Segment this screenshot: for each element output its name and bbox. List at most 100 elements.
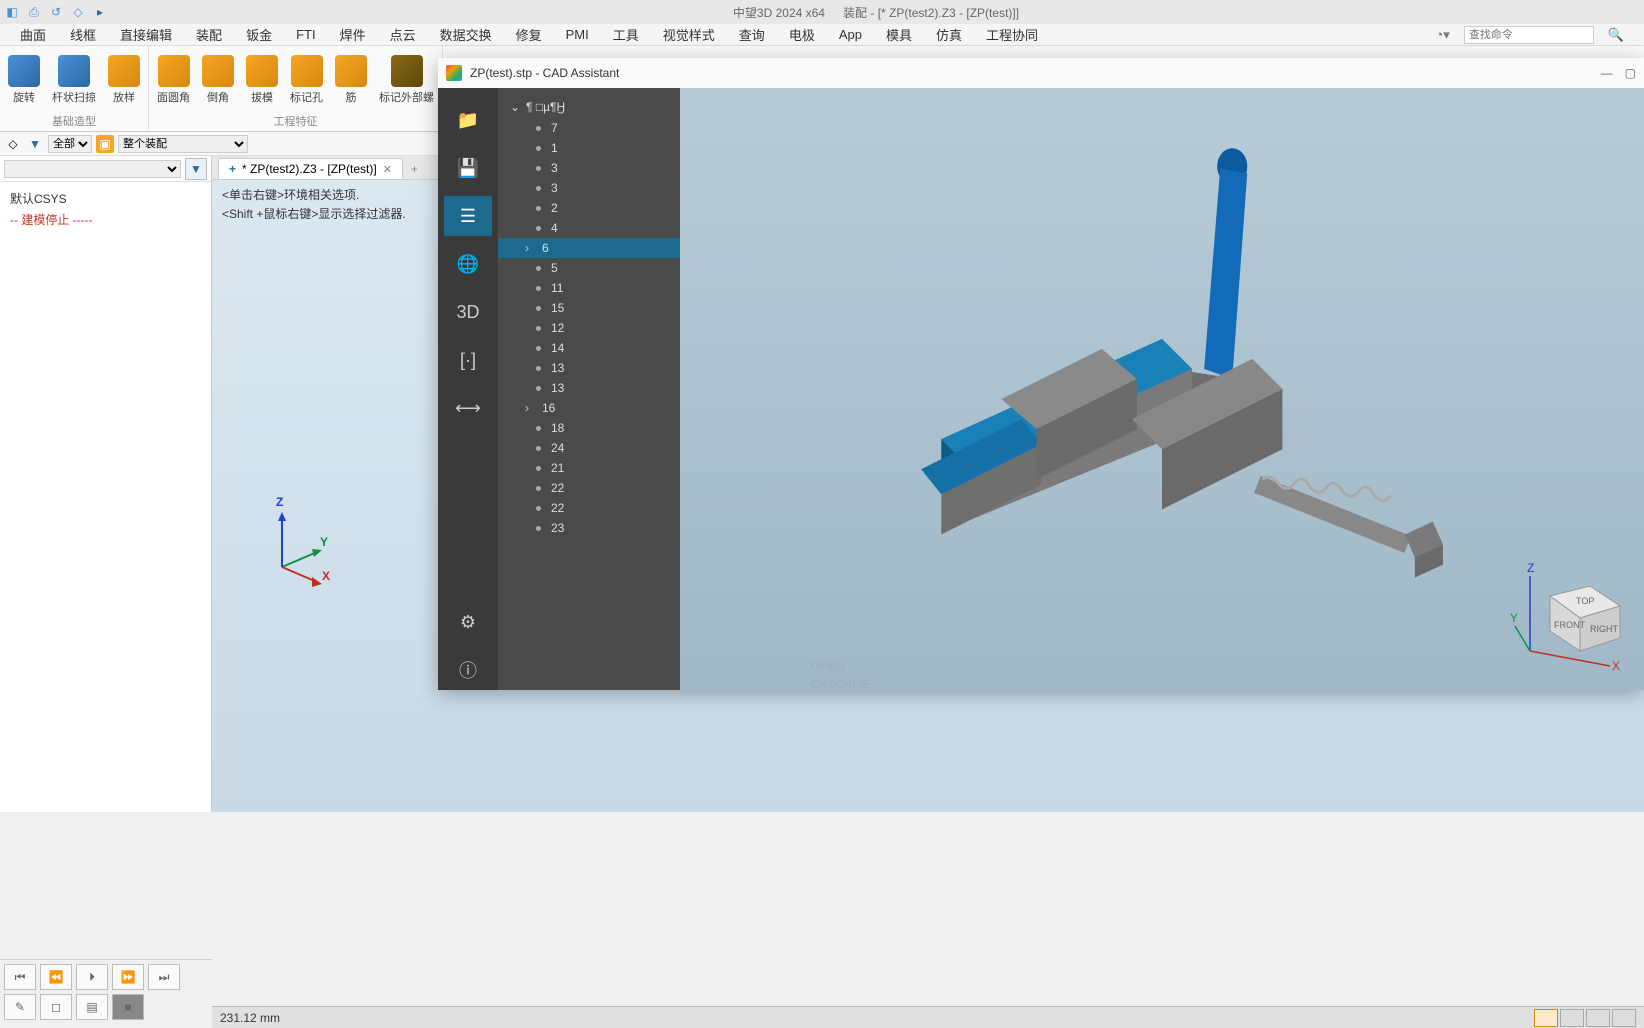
menu-item[interactable]: 仿真 [926, 23, 972, 46]
menu-item[interactable]: 焊件 [330, 23, 376, 46]
filter-button[interactable]: ▼ [185, 158, 207, 180]
tool-ext-thread[interactable]: 标记外部螺 [377, 53, 436, 107]
last-button[interactable]: ⏭ [148, 964, 180, 990]
menu-item[interactable]: 工程协同 [976, 23, 1048, 46]
tree-item[interactable]: 1 [498, 138, 680, 158]
section-icon[interactable]: [·] [444, 340, 492, 380]
tree-item[interactable]: 3 [498, 178, 680, 198]
menu-item[interactable]: 修复 [506, 23, 552, 46]
tool-fillet[interactable]: 面圆角 [155, 53, 192, 107]
tree-item[interactable]: 13 [498, 378, 680, 398]
tree-item[interactable]: 12 [498, 318, 680, 338]
maximize-button[interactable]: ▢ [1625, 66, 1636, 80]
tree-item[interactable]: 7 [498, 118, 680, 138]
measure-icon[interactable]: ⟷ [444, 388, 492, 428]
view-mode-4[interactable] [1612, 1009, 1636, 1027]
search-icon[interactable]: 🔍 [1598, 25, 1634, 45]
menu-item[interactable]: 线框 [60, 23, 106, 46]
add-tab-button[interactable]: + [403, 159, 426, 179]
menu-item[interactable]: App [829, 25, 872, 44]
menu-item[interactable]: 视觉样式 [653, 23, 725, 46]
tree-item-label: 18 [551, 421, 564, 435]
qat-icon-1[interactable]: ◧ [4, 4, 20, 20]
menu-item[interactable]: 工具 [603, 23, 649, 46]
tree-item[interactable]: 21 [498, 458, 680, 478]
minimize-button[interactable]: — [1601, 66, 1613, 80]
history-tree[interactable]: 默认CSYS -- 建模停止 ----- [0, 182, 211, 812]
tree-item[interactable]: 24 [498, 438, 680, 458]
document-tab[interactable]: + * ZP(test2).Z3 - [ZP(test)] ✕ [218, 158, 403, 179]
menu-item[interactable]: 装配 [186, 23, 232, 46]
tool-rib[interactable]: 筋 [333, 53, 369, 107]
menu-item[interactable]: PMI [556, 25, 599, 44]
play-button[interactable]: ⏵ [76, 964, 108, 990]
view-mode-2[interactable] [1560, 1009, 1584, 1027]
tool-hole[interactable]: 标记孔 [288, 53, 325, 107]
tree-item[interactable]: 14 [498, 338, 680, 358]
tree-root[interactable]: ⌄ ¶ □µ¶Ӈ [498, 96, 680, 118]
cube-icon[interactable]: ▣ [96, 135, 114, 153]
tree-item[interactable]: ›6 [498, 238, 680, 258]
search-input[interactable] [1464, 26, 1594, 44]
shade-icon[interactable]: ■ [112, 994, 144, 1020]
cad-model-tree[interactable]: ⌄ ¶ □µ¶Ӈ 713324›65111512141313›161824212… [498, 88, 680, 690]
edit-icon[interactable]: ✎ [4, 994, 36, 1020]
tool-chamfer[interactable]: 倒角 [200, 53, 236, 107]
menu-item[interactable]: FTI [286, 25, 326, 44]
prev-button[interactable]: ⏪ [40, 964, 72, 990]
view-mode-3[interactable] [1586, 1009, 1610, 1027]
tree-item[interactable]: 22 [498, 498, 680, 518]
close-icon[interactable]: ✕ [383, 163, 392, 176]
bullet-icon [536, 386, 541, 391]
tool-rotate[interactable]: 旋转 [6, 53, 42, 107]
menu-item[interactable]: 曲面 [10, 23, 56, 46]
tree-item[interactable]: 4 [498, 218, 680, 238]
tool-draft[interactable]: 拔模 [244, 53, 280, 107]
tree-item[interactable]: 13 [498, 358, 680, 378]
qat-icon-4[interactable]: ◇ [70, 4, 86, 20]
tree-item[interactable]: 3 [498, 158, 680, 178]
tool-loft[interactable]: 放样 [106, 53, 142, 107]
tree-item[interactable]: 22 [498, 478, 680, 498]
info-icon[interactable]: ⓘ [444, 650, 492, 690]
save-icon[interactable]: 💾 [444, 148, 492, 188]
qat-icon-5[interactable]: ▸ [92, 4, 108, 20]
qat-icon-2[interactable]: ⎙ [26, 4, 42, 20]
filter-icon[interactable]: ▼ [26, 135, 44, 153]
sel-icon[interactable]: ◇ [4, 135, 22, 153]
menu-item[interactable]: 电极 [779, 23, 825, 46]
tree-item[interactable]: 5 [498, 258, 680, 278]
cad-viewport[interactable]: OPEN CASCADE TOP FRONT RIGHT Z Y X [680, 88, 1644, 690]
tree-item[interactable]: 23 [498, 518, 680, 538]
view-mode-1[interactable] [1534, 1009, 1558, 1027]
layer-icon[interactable]: ▤ [76, 994, 108, 1020]
folder-icon[interactable]: 📁 [444, 100, 492, 140]
scope-select[interactable]: 整个装配 [118, 135, 248, 153]
tree-item[interactable]: 15 [498, 298, 680, 318]
menu-item[interactable]: 查询 [729, 23, 775, 46]
cad-title-bar[interactable]: ZP(test).stp - CAD Assistant — ▢ [438, 58, 1644, 88]
help-icon[interactable]: ◔▾ [1425, 25, 1459, 45]
view-cube[interactable]: TOP FRONT RIGHT Z Y X [1510, 556, 1630, 676]
tree-icon[interactable]: ☰ [444, 196, 492, 236]
tree-item[interactable]: 18 [498, 418, 680, 438]
box-icon[interactable]: ◻ [40, 994, 72, 1020]
menu-item[interactable]: 钣金 [236, 23, 282, 46]
history-filter[interactable] [4, 160, 181, 178]
first-button[interactable]: ⏮ [4, 964, 36, 990]
next-button[interactable]: ⏩ [112, 964, 144, 990]
tree-item[interactable]: 2 [498, 198, 680, 218]
menu-item[interactable]: 直接编辑 [110, 23, 182, 46]
globe-icon[interactable]: 🌐 [444, 244, 492, 284]
tree-csys[interactable]: 默认CSYS [6, 188, 205, 209]
filter-select[interactable]: 全部 [48, 135, 92, 153]
menu-item[interactable]: 点云 [380, 23, 426, 46]
tool-rod-sweep[interactable]: 杆状扫掠 [50, 53, 98, 107]
3d-icon[interactable]: 3D [444, 292, 492, 332]
qat-icon-3[interactable]: ↺ [48, 4, 64, 20]
tree-item[interactable]: ›16 [498, 398, 680, 418]
gear-icon[interactable]: ⚙ [444, 602, 492, 642]
tree-item[interactable]: 11 [498, 278, 680, 298]
menu-item[interactable]: 数据交换 [430, 23, 502, 46]
menu-item[interactable]: 模具 [876, 23, 922, 46]
